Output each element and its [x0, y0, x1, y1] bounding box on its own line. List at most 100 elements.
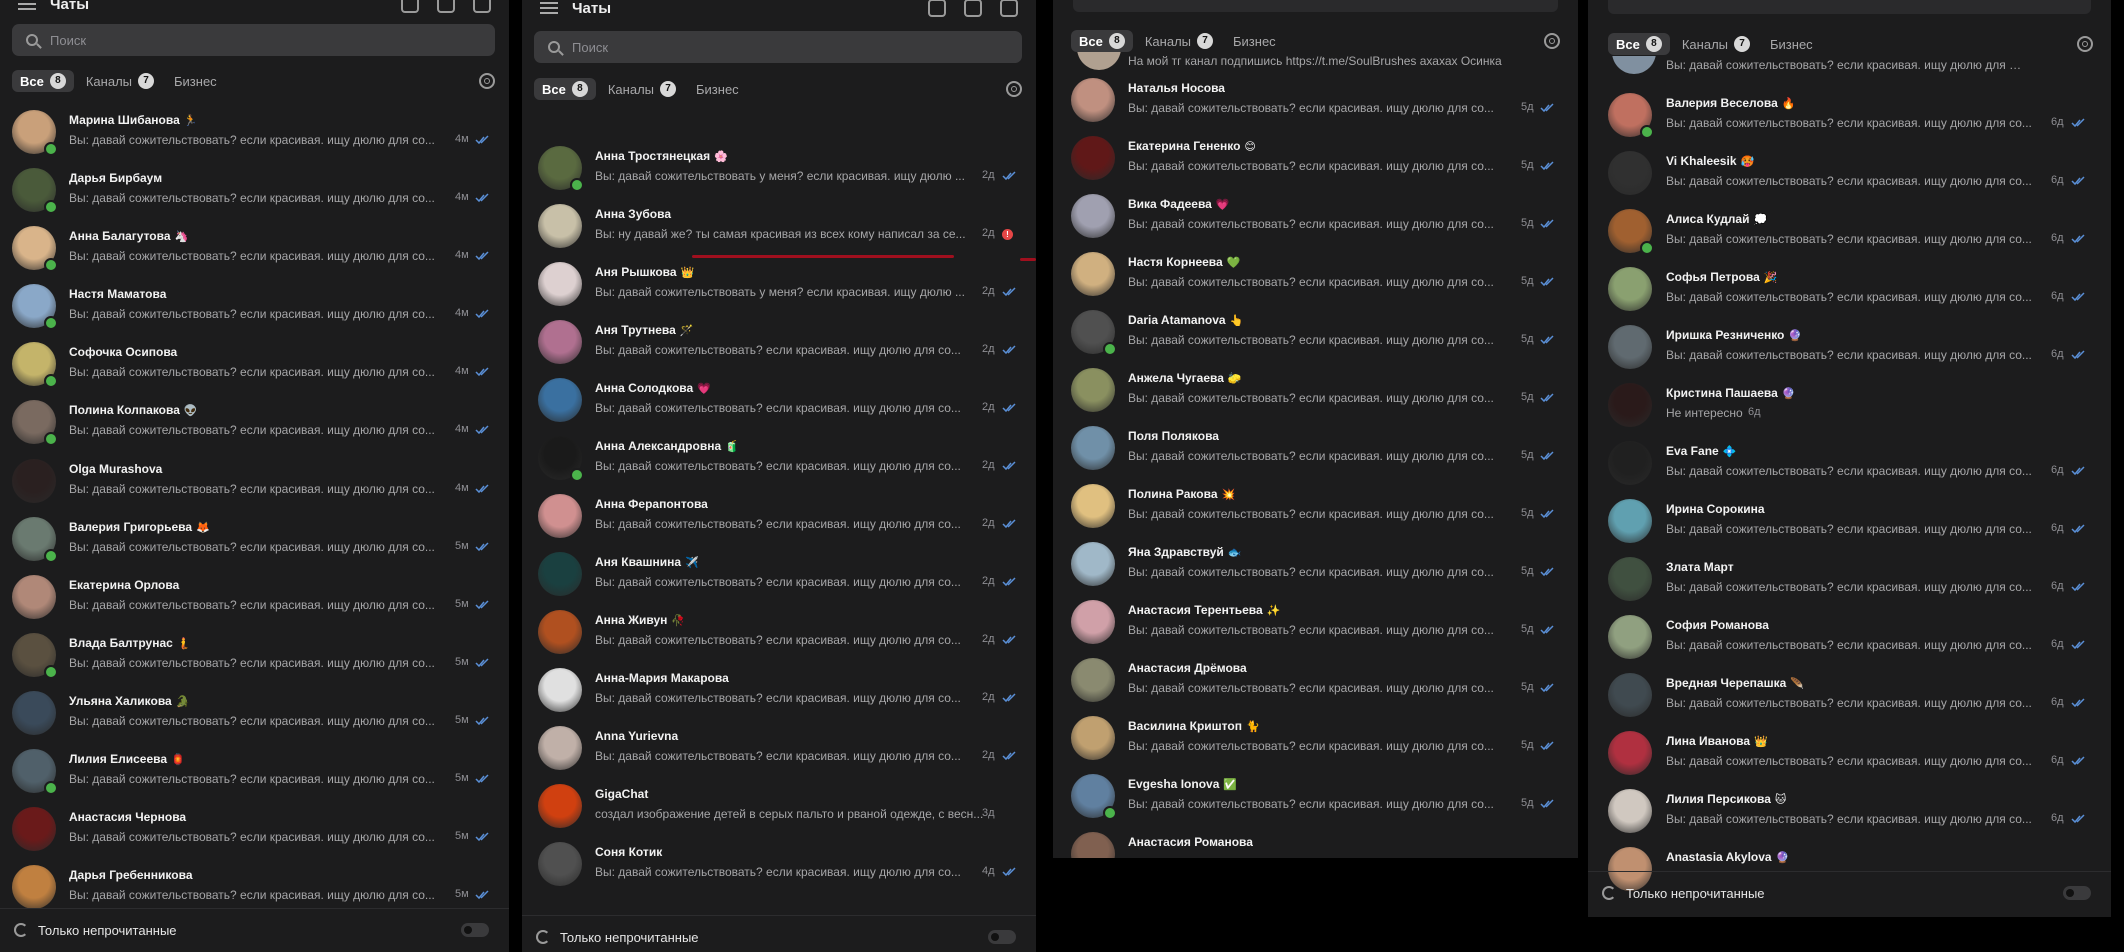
- list-item[interactable]: Полина Ракова 💥 Вы: давай сожительствовать…: [1053, 476, 1578, 534]
- contact-name: Полина Колпакова 👽: [69, 403, 198, 418]
- message-time: 2д: [982, 285, 995, 297]
- list-item[interactable]: Яна Здравствуй 🐟 Вы: давай сожительствоват…: [1053, 534, 1578, 592]
- list-item[interactable]: Анна Зубова Вы: ну давай же? ты самая кра…: [522, 196, 1036, 254]
- list-item[interactable]: Аня Трутнева 🪄 Вы: давай сожительствовать?…: [522, 312, 1036, 370]
- list-item[interactable]: Аня Рышкова 👑 Вы: давай сожительствовать у…: [522, 254, 1036, 312]
- contact-name: Анастасия Дрёмова: [1128, 661, 1247, 675]
- list-item[interactable]: Соня Котик Вы: давай сожительствовать? ес…: [522, 834, 1036, 892]
- list-item[interactable]: Марина Шибанова 🏃 Вы: давай сожительствова…: [0, 102, 509, 160]
- list-item[interactable]: Поля Полякова Вы: давай сожительствовать?…: [1053, 418, 1578, 476]
- tab-business-label: Бизнес: [1233, 33, 1276, 49]
- list-item[interactable]: Екатерина Орлова Вы: давай сожительствова…: [0, 567, 509, 625]
- list-item[interactable]: Валерия Григорьева 🦊 Вы: давай сожительств…: [0, 509, 509, 567]
- unread-toggle[interactable]: [2063, 886, 2091, 900]
- list-item[interactable]: Софочка Осипова Вы: давай сожительствоват…: [0, 334, 509, 392]
- list-item[interactable]: Полина Колпакова 👽 Вы: давай сожительствов…: [0, 392, 509, 450]
- list-item[interactable]: Anna Yurievna Вы: давай сожительствовать?…: [522, 718, 1036, 776]
- double-check-icon: [1540, 393, 1554, 403]
- unread-toggle[interactable]: [461, 923, 489, 937]
- list-item[interactable]: Анна-Мария Макарова Вы: давай сожительств…: [522, 660, 1036, 718]
- search-bar[interactable]: [534, 31, 1022, 63]
- tab-business[interactable]: Бизнес: [166, 71, 225, 92]
- list-item[interactable]: Дарья Бирбаум Вы: давай сожительствовать?…: [0, 160, 509, 218]
- list-item[interactable]: София Романова Вы: давай сожительствовать…: [1588, 607, 2111, 665]
- list-item[interactable]: Аня Квашнина ✈️ Вы: давай сожительствовать…: [522, 544, 1036, 602]
- list-item[interactable]: Ульяна Халикова 🐊 Вы: давай сожительствова…: [0, 683, 509, 741]
- archive-icon[interactable]: [964, 0, 982, 17]
- status-emoji: 🎉: [1763, 272, 1778, 284]
- call-icon[interactable]: [928, 0, 946, 17]
- tab-channels[interactable]: Каналы 7: [1674, 33, 1758, 55]
- list-item[interactable]: Вика Фадеева 💗 Вы: давай сожительствовать?…: [1053, 186, 1578, 244]
- list-item[interactable]: Анастасия Чернова Вы: давай сожительствов…: [0, 799, 509, 857]
- list-item[interactable]: Софья Петрова 🎉 Вы: давай сожительствовать…: [1588, 259, 2111, 317]
- double-check-icon: [2071, 118, 2085, 128]
- list-item[interactable]: Eva Fane 💠 Вы: давай сожительствовать? есл…: [1588, 433, 2111, 491]
- tab-all[interactable]: Все 8: [534, 78, 596, 100]
- list-item[interactable]: Лилия Персикова 🐱 Вы: давай сожительствова…: [1588, 781, 2111, 839]
- tab-business[interactable]: Бизнес: [1225, 31, 1284, 52]
- search-bar[interactable]: [12, 24, 495, 56]
- list-item[interactable]: Вредная Черепашка 🪶 Вы: давай сожительство…: [1588, 665, 2111, 723]
- unread-toggle[interactable]: [988, 930, 1016, 944]
- message-time: 6д: [1748, 406, 1761, 418]
- list-item[interactable]: Evgesha Ionova ✅ Вы: давай сожительствоват…: [1053, 766, 1578, 824]
- list-item[interactable]: Анна Живун 🥀 Вы: давай сожительствовать? е…: [522, 602, 1036, 660]
- gear-icon[interactable]: [2077, 36, 2093, 52]
- double-check-icon: [1002, 345, 1016, 355]
- online-indicator: [1640, 125, 1654, 139]
- double-check-icon: [1002, 171, 1016, 181]
- tab-channels[interactable]: Каналы 7: [600, 78, 684, 100]
- list-item[interactable]: Дарья Гребенникова Вы: давай сожительство…: [0, 857, 509, 915]
- gear-icon[interactable]: [1006, 81, 1022, 97]
- list-item[interactable]: Валерия Веселова 🔥 Вы: давай сожительствов…: [1588, 85, 2111, 143]
- list-item[interactable]: Кристина Пашаева 🔮 Не интересно 6д: [1588, 375, 2111, 433]
- list-item[interactable]: Наталья Носова Вы: давай сожительствовать…: [1053, 70, 1578, 128]
- list-item[interactable]: Анна Тростянецкая 🌸 Вы: давай сожительство…: [522, 138, 1036, 196]
- list-item[interactable]: Злата Март Вы: давай сожительствовать? ес…: [1588, 549, 2111, 607]
- tab-channels[interactable]: Каналы 7: [78, 70, 162, 92]
- list-item[interactable]: Влада Балтрунас 🧜 Вы: давай сожительствова…: [0, 625, 509, 683]
- list-item[interactable]: Анна Солодкова 💗 Вы: давай сожительствоват…: [522, 370, 1036, 428]
- contact-name: Аня Рышкова 👑: [595, 265, 695, 279]
- tab-all[interactable]: Все 8: [1071, 30, 1133, 52]
- list-item[interactable]: Иришка Резниченко 🔮 Вы: давай сожительство…: [1588, 317, 2111, 375]
- list-item[interactable]: Анна Александровна 🧃 Вы: давай сожительств…: [522, 428, 1036, 486]
- tab-business[interactable]: Бизнес: [688, 79, 747, 100]
- compose-icon[interactable]: [1000, 0, 1018, 17]
- list-item[interactable]: Daria Atamanova 👆 Вы: давай сожительствова…: [1053, 302, 1578, 360]
- list-item[interactable]: Лилия Елисеева 🏮 Вы: давай сожительствоват…: [0, 741, 509, 799]
- menu-icon[interactable]: [18, 0, 36, 10]
- list-item[interactable]: Анастасия Терентьева ✨ Вы: давай сожительс…: [1053, 592, 1578, 650]
- list-item[interactable]: GigaChat создал изображение детей в серых…: [522, 776, 1036, 834]
- list-item[interactable]: Анастасия Романова: [1053, 824, 1578, 858]
- list-item[interactable]: Василина Криштоп 🐈 Вы: давай сожительствов…: [1053, 708, 1578, 766]
- search-input[interactable]: [48, 31, 439, 49]
- tab-all[interactable]: Все 8: [12, 70, 74, 92]
- list-item[interactable]: Ирина Сорокина Вы: давай сожительствовать…: [1588, 491, 2111, 549]
- list-item[interactable]: Екатерина Гененко 😊 Вы: давай сожительство…: [1053, 128, 1578, 186]
- search-input[interactable]: [570, 38, 965, 56]
- list-item[interactable]: Анна Балагутова 🦄 Вы: давай сожительствова…: [0, 218, 509, 276]
- online-indicator: [1640, 241, 1654, 255]
- list-item[interactable]: Настя Маматова Вы: давай сожительствовать…: [0, 276, 509, 334]
- tab-business-label: Бизнес: [174, 73, 217, 89]
- menu-icon[interactable]: [540, 2, 558, 14]
- gear-icon[interactable]: [1544, 33, 1560, 49]
- list-item[interactable]: Vi Khaleesik 🥵 Вы: давай сожительствовать?…: [1588, 143, 2111, 201]
- tab-all[interactable]: Все 8: [1608, 33, 1670, 55]
- list-item[interactable]: Анастасия Дрёмова Вы: давай сожительствов…: [1053, 650, 1578, 708]
- archive-icon[interactable]: [437, 0, 455, 13]
- list-item[interactable]: Настя Корнеева 💚 Вы: давай сожительствоват…: [1053, 244, 1578, 302]
- list-item[interactable]: Olga Murashova Вы: давай сожительствовать…: [0, 451, 509, 509]
- list-item[interactable]: Алиса Кудлай 💭 Вы: давай сожительствовать?…: [1588, 201, 2111, 259]
- list-item[interactable]: Анна Ферапонтова Вы: давай сожительствова…: [522, 486, 1036, 544]
- call-icon[interactable]: [401, 0, 419, 13]
- list-item[interactable]: Анжела Чугаева 🧽 Вы: давай сожительствоват…: [1053, 360, 1578, 418]
- list-item[interactable]: Лина Иванова 👑 Вы: давай сожительствовать?…: [1588, 723, 2111, 781]
- tab-channels[interactable]: Каналы 7: [1137, 30, 1221, 52]
- compose-icon[interactable]: [473, 0, 491, 13]
- gear-icon[interactable]: [479, 73, 495, 89]
- chat-list-panel-3: Все 8 Каналы 7 Бизнес На мой тг канал подп…: [1053, 0, 1578, 858]
- tab-business[interactable]: Бизнес: [1762, 34, 1821, 55]
